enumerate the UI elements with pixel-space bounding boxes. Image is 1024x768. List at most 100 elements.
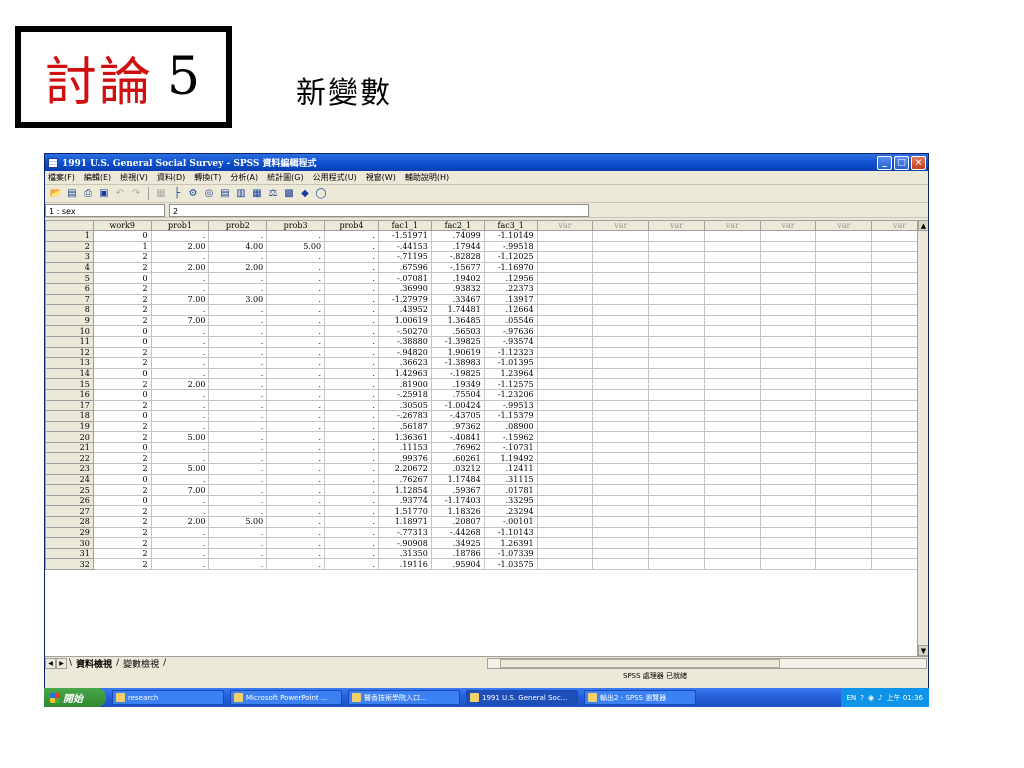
empty-cell[interactable] xyxy=(815,399,873,412)
close-button[interactable]: × xyxy=(911,155,926,170)
empty-cell[interactable] xyxy=(703,282,761,295)
empty-cell[interactable] xyxy=(815,537,873,549)
data-cell[interactable]: . xyxy=(208,335,268,348)
start-button[interactable]: 開始 xyxy=(44,688,106,707)
column-header[interactable]: var xyxy=(648,220,705,231)
data-cell[interactable]: -1.03575 xyxy=(483,558,538,570)
data-cell[interactable]: .34925 xyxy=(430,537,485,549)
tab-next-icon[interactable]: ▶ xyxy=(56,657,67,669)
data-cell[interactable]: . xyxy=(150,441,210,454)
empty-cell[interactable] xyxy=(759,378,817,390)
data-cell[interactable]: . xyxy=(324,367,379,380)
vertical-scrollbar[interactable]: ▲ ▼ xyxy=(917,220,928,656)
data-cell[interactable]: . xyxy=(324,547,379,560)
empty-cell[interactable] xyxy=(592,272,650,284)
data-cell[interactable]: .43952 xyxy=(377,304,432,316)
data-cell[interactable]: .19402 xyxy=(430,272,485,284)
data-cell[interactable]: . xyxy=(266,494,326,507)
empty-cell[interactable] xyxy=(703,388,761,401)
column-header[interactable]: prob1 xyxy=(150,220,210,231)
data-cell[interactable]: . xyxy=(150,251,210,263)
data-cell[interactable]: 2 xyxy=(92,505,152,518)
row-number[interactable]: 3 xyxy=(45,251,94,263)
empty-cell[interactable] xyxy=(759,537,817,549)
empty-cell[interactable] xyxy=(648,558,705,570)
data-cell[interactable]: 4.00 xyxy=(208,240,268,253)
data-cell[interactable]: . xyxy=(208,452,268,465)
empty-cell[interactable] xyxy=(759,505,817,518)
data-cell[interactable]: 1.42963 xyxy=(377,367,432,380)
empty-cell[interactable] xyxy=(536,505,594,518)
network-icon[interactable]: ◉ xyxy=(868,694,874,702)
select-cases-icon[interactable]: ▩ xyxy=(282,187,296,201)
data-cell[interactable]: . xyxy=(150,505,210,518)
data-cell[interactable]: . xyxy=(208,230,268,242)
empty-cell[interactable] xyxy=(536,230,594,242)
data-cell[interactable]: 7.00 xyxy=(150,314,210,327)
empty-cell[interactable] xyxy=(648,314,705,327)
data-cell[interactable]: . xyxy=(208,251,268,263)
data-cell[interactable]: . xyxy=(324,251,379,263)
empty-cell[interactable] xyxy=(815,463,873,475)
data-cell[interactable]: 2 xyxy=(92,516,152,528)
column-header[interactable]: fac2_1 xyxy=(430,220,485,231)
tab-variable-view[interactable]: 變數檢視 xyxy=(119,657,163,670)
empty-cell[interactable] xyxy=(592,304,650,316)
row-number[interactable]: 26 xyxy=(45,494,94,507)
empty-cell[interactable] xyxy=(759,420,817,433)
data-cell[interactable]: . xyxy=(150,558,210,570)
row-number[interactable]: 32 xyxy=(45,558,94,570)
data-cell[interactable]: -.19825 xyxy=(430,367,485,380)
data-cell[interactable]: 0 xyxy=(92,388,152,401)
empty-cell[interactable] xyxy=(592,441,650,454)
empty-cell[interactable] xyxy=(648,293,705,306)
empty-cell[interactable] xyxy=(759,230,817,242)
data-cell[interactable]: . xyxy=(324,558,379,570)
data-cell[interactable]: 2 xyxy=(92,463,152,475)
data-cell[interactable]: -1.00424 xyxy=(430,399,485,412)
open-folder-icon[interactable]: 📂 xyxy=(49,187,63,201)
empty-cell[interactable] xyxy=(648,304,705,316)
empty-cell[interactable] xyxy=(648,272,705,284)
data-cell[interactable]: .33295 xyxy=(483,494,538,507)
empty-cell[interactable] xyxy=(592,431,650,443)
column-header[interactable]: work9 xyxy=(92,220,152,231)
empty-cell[interactable] xyxy=(648,452,705,465)
data-cell[interactable]: . xyxy=(150,420,210,433)
data-cell[interactable]: -1.38983 xyxy=(430,357,485,369)
data-cell[interactable]: .05546 xyxy=(483,314,538,327)
empty-cell[interactable] xyxy=(592,251,650,263)
minimize-button[interactable]: _ xyxy=(877,155,892,170)
data-cell[interactable]: .12956 xyxy=(483,272,538,284)
data-cell[interactable]: -1.17403 xyxy=(430,494,485,507)
data-cell[interactable]: 2 xyxy=(92,431,152,443)
empty-cell[interactable] xyxy=(815,272,873,284)
empty-cell[interactable] xyxy=(759,282,817,295)
empty-cell[interactable] xyxy=(536,357,594,369)
data-cell[interactable]: . xyxy=(324,526,379,539)
empty-cell[interactable] xyxy=(536,537,594,549)
data-cell[interactable]: . xyxy=(150,473,210,486)
data-cell[interactable]: . xyxy=(150,526,210,539)
data-cell[interactable]: . xyxy=(266,251,326,263)
empty-cell[interactable] xyxy=(759,240,817,253)
volume-icon[interactable]: ♪ xyxy=(878,694,882,702)
empty-cell[interactable] xyxy=(648,325,705,337)
empty-cell[interactable] xyxy=(648,537,705,549)
data-cell[interactable]: . xyxy=(208,314,268,327)
menu-item[interactable]: 檢視(V) xyxy=(120,172,148,183)
horizontal-scroll-thumb[interactable] xyxy=(500,659,780,668)
empty-cell[interactable] xyxy=(648,516,705,528)
data-cell[interactable]: . xyxy=(208,420,268,433)
empty-cell[interactable] xyxy=(592,230,650,242)
data-cell[interactable]: 1.18326 xyxy=(430,505,485,518)
empty-cell[interactable] xyxy=(592,505,650,518)
data-cell[interactable]: . xyxy=(208,410,268,422)
data-cell[interactable]: .30505 xyxy=(377,399,432,412)
data-cell[interactable]: 1.00619 xyxy=(377,314,432,327)
empty-cell[interactable] xyxy=(592,325,650,337)
data-cell[interactable]: . xyxy=(208,463,268,475)
data-cell[interactable]: . xyxy=(266,325,326,337)
data-cell[interactable]: 1.12854 xyxy=(377,484,432,496)
taskbar-item[interactable]: Microsoft PowerPoint ... xyxy=(230,690,342,705)
